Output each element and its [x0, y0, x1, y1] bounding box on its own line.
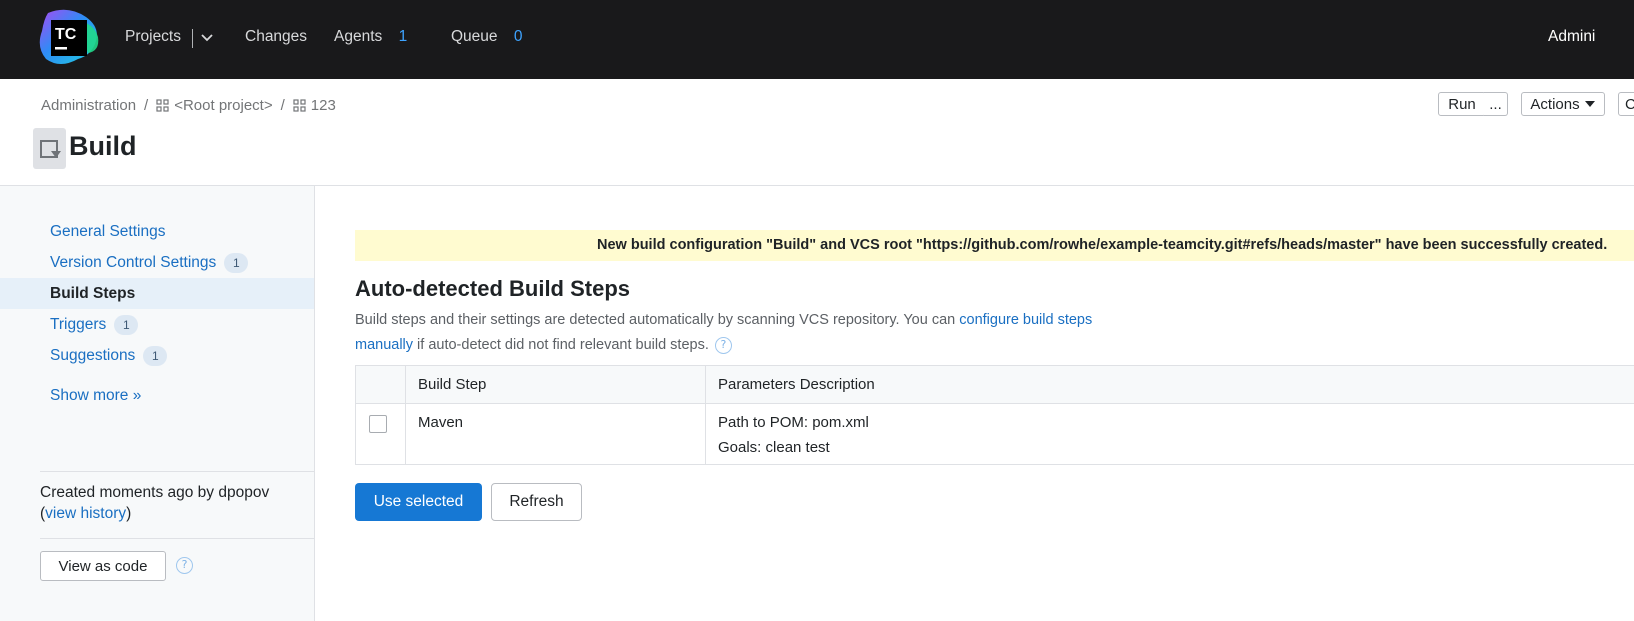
- nav-projects[interactable]: Projects: [125, 28, 181, 46]
- sidebar-divider: [40, 538, 315, 539]
- column-divider: [705, 366, 706, 464]
- nav-agents-label: Agents: [334, 28, 383, 45]
- refresh-button[interactable]: Refresh: [491, 483, 582, 521]
- sidebar-item-label: Version Control Settings: [50, 253, 217, 271]
- svg-text:TC: TC: [55, 26, 77, 43]
- column-header-build-step: Build Step: [418, 376, 487, 393]
- actions-label: Actions: [1530, 95, 1580, 113]
- count-badge: 1: [143, 345, 168, 366]
- success-banner-text: New build configuration "Build" and VCS …: [597, 237, 1608, 253]
- sidebar-item-label: General Settings: [50, 222, 166, 240]
- section-description: Build steps and their settings are detec…: [355, 308, 1115, 358]
- history-paren-close: ): [126, 505, 132, 522]
- breadcrumb-administration[interactable]: Administration: [41, 97, 136, 114]
- breadcrumb-root-project[interactable]: <Root project>: [174, 97, 272, 114]
- sidebar-item-general-settings[interactable]: General Settings: [0, 216, 314, 247]
- build-configuration-icon: [33, 128, 66, 169]
- chevron-down-icon[interactable]: [200, 33, 214, 43]
- sidebar-item-label: Build Steps: [50, 284, 136, 302]
- view-as-code-button[interactable]: View as code: [40, 551, 166, 581]
- breadcrumb: Administration / <Root project> / 123: [41, 97, 336, 114]
- top-navigation-bar: TC Projects Changes Agents 1 Queue 0 Adm…: [0, 0, 1634, 79]
- table-header: [356, 366, 1634, 404]
- queue-count: 0: [513, 28, 523, 45]
- teamcity-logo-icon[interactable]: TC: [38, 7, 100, 69]
- count-badge: 1: [224, 252, 249, 273]
- agents-count: 1: [398, 28, 408, 45]
- nav-agents[interactable]: Agents 1: [334, 28, 407, 46]
- created-info: Created moments ago by dpopov (view hist…: [40, 482, 269, 524]
- section-title: Auto-detected Build Steps: [355, 276, 631, 301]
- run-options-button[interactable]: ...: [1484, 92, 1508, 116]
- created-text: Created moments ago by dpopov: [40, 484, 270, 501]
- parameter-line: Path to POM: pom.xml: [718, 414, 869, 431]
- actions-button[interactable]: Actions: [1521, 92, 1605, 116]
- help-icon[interactable]: ?: [176, 557, 193, 574]
- description-text: Build steps and their settings are detec…: [355, 312, 960, 328]
- use-selected-button[interactable]: Use selected: [355, 483, 482, 521]
- column-divider: [405, 366, 406, 464]
- breadcrumb-separator: /: [144, 97, 149, 114]
- view-history-link[interactable]: view history: [45, 505, 126, 522]
- sidebar-item-build-steps[interactable]: Build Steps: [0, 278, 314, 309]
- page-title: Build: [69, 131, 137, 161]
- sidebar-item-triggers[interactable]: Triggers 1: [0, 309, 314, 340]
- sidebar-item-label: Suggestions: [50, 346, 136, 364]
- breadcrumb-project-123[interactable]: 123: [311, 97, 336, 114]
- sidebar-item-suggestions[interactable]: Suggestions 1: [0, 340, 314, 371]
- run-button[interactable]: Run: [1438, 92, 1486, 116]
- count-badge: 1: [114, 314, 139, 335]
- help-icon[interactable]: ?: [714, 337, 732, 354]
- build-steps-table: Build Step Parameters Description Maven …: [355, 365, 1634, 465]
- user-menu[interactable]: Admini: [1548, 28, 1595, 46]
- build-step-name: Maven: [418, 414, 464, 431]
- description-text-end: if auto-detect did not find relevant bui…: [413, 337, 709, 353]
- column-header-parameters: Parameters Description: [718, 376, 875, 393]
- clipped-header-button[interactable]: C: [1618, 92, 1634, 116]
- breadcrumb-separator: /: [280, 97, 285, 114]
- parameter-line: Goals: clean test: [718, 439, 830, 456]
- project-icon: [156, 99, 169, 112]
- sidebar-item-label: Triggers: [50, 315, 107, 333]
- nav-divider: [192, 29, 193, 48]
- nav-queue-label: Queue: [451, 28, 498, 45]
- show-more-link[interactable]: Show more »: [50, 387, 141, 405]
- nav-queue[interactable]: Queue 0: [451, 28, 522, 46]
- project-icon: [293, 99, 306, 112]
- sidebar-divider: [40, 471, 315, 472]
- sidebar-item-version-control-settings[interactable]: Version Control Settings 1: [0, 247, 314, 278]
- nav-changes[interactable]: Changes: [245, 28, 307, 46]
- row-checkbox[interactable]: [369, 415, 387, 433]
- caret-down-icon: [1584, 101, 1595, 107]
